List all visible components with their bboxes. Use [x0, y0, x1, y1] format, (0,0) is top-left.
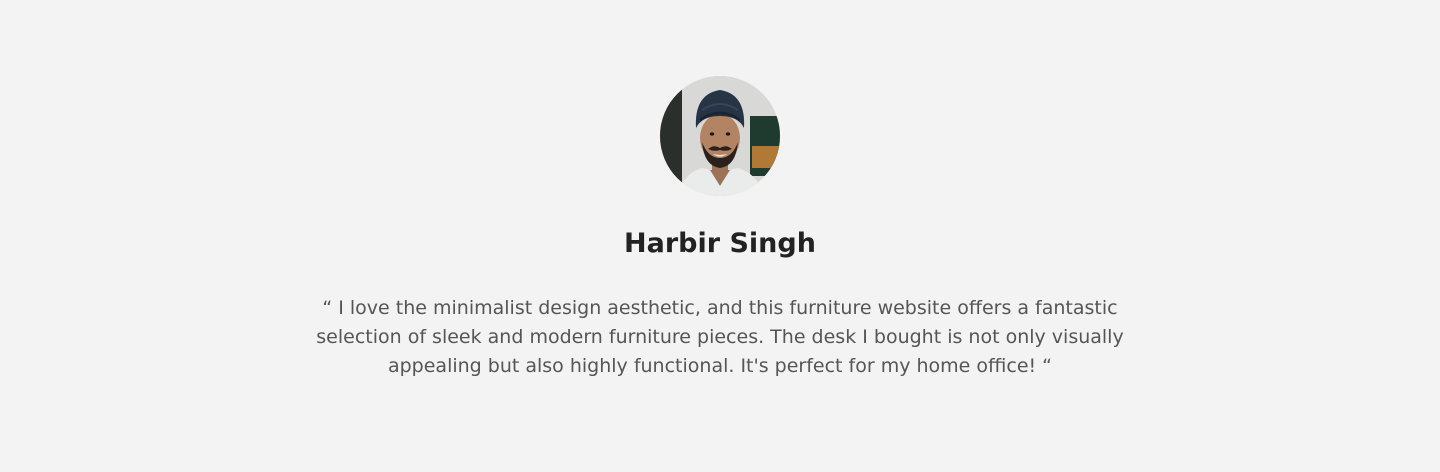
- testimonial-card: Harbir Singh “ I love the minimalist des…: [0, 0, 1440, 472]
- avatar: [660, 76, 780, 196]
- avatar-photo: [660, 76, 780, 196]
- testimonial-quote: “ I love the minimalist design aesthetic…: [316, 297, 1124, 377]
- testimonial-author-name: Harbir Singh: [624, 228, 816, 259]
